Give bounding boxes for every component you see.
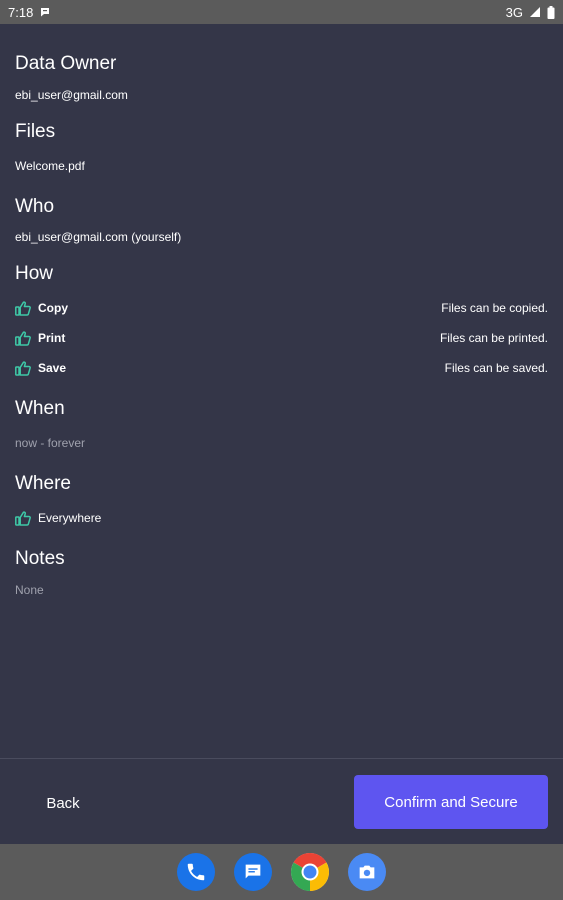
signal-icon [529,6,541,18]
status-right: 3G [506,5,555,20]
action-bar-divider [0,758,563,759]
permission-label-print: Print [38,331,66,345]
phone-app-icon[interactable] [177,853,215,891]
permission-row-copy: Copy Files can be copied. [15,299,548,317]
permission-description-save: Files can be saved. [444,361,548,375]
permission-description-copy: Files can be copied. [441,301,548,315]
where-row: Everywhere [15,509,548,527]
thumbs-up-icon [15,330,31,346]
thumbs-up-icon [15,300,31,316]
thumbs-up-icon [15,510,31,526]
where-title: Where [15,473,71,494]
notes-value: None [15,583,44,597]
permission-left: Print [15,330,66,346]
permission-left: Save [15,360,67,376]
notes-title: Notes [15,548,65,569]
where-left: Everywhere [15,510,102,526]
files-value: Welcome.pdf [15,159,85,173]
battery-icon [547,5,555,19]
thumbs-up-icon [15,360,31,376]
files-title: Files [15,121,56,142]
status-time: 7:18 [8,4,34,20]
permission-row-save: Save Files can be saved. [15,359,548,377]
permission-row-print: Print Files can be printed. [15,329,548,347]
permission-label-copy: Copy [38,301,68,315]
chrome-app-icon[interactable] [291,853,329,891]
confirm-and-secure-button[interactable]: Confirm and Secure [354,775,548,829]
content-area: Data Owner ebi_user@gmail.com Files Welc… [0,24,563,758]
camera-app-icon[interactable] [348,853,386,891]
when-title: When [15,398,65,419]
where-value: Everywhere [38,511,102,525]
permission-left: Copy [15,300,68,316]
data-owner-title: Data Owner [15,53,117,74]
chat-notification-icon [39,6,51,18]
network-type: 3G [505,4,523,20]
who-title: Who [15,196,55,217]
permission-label-save: Save [38,361,67,375]
who-value: ebi_user@gmail.com (yourself) [15,230,182,244]
how-title: How [15,263,54,284]
back-button[interactable]: Back [20,776,106,830]
when-value: now - forever [15,436,86,450]
app-dock [0,844,563,900]
permission-description-print: Files can be printed. [439,331,548,345]
status-left: 7:18 [8,5,51,20]
messages-app-icon[interactable] [234,853,272,891]
data-owner-value: ebi_user@gmail.com [15,88,128,102]
status-bar: 7:18 3G [0,0,563,24]
